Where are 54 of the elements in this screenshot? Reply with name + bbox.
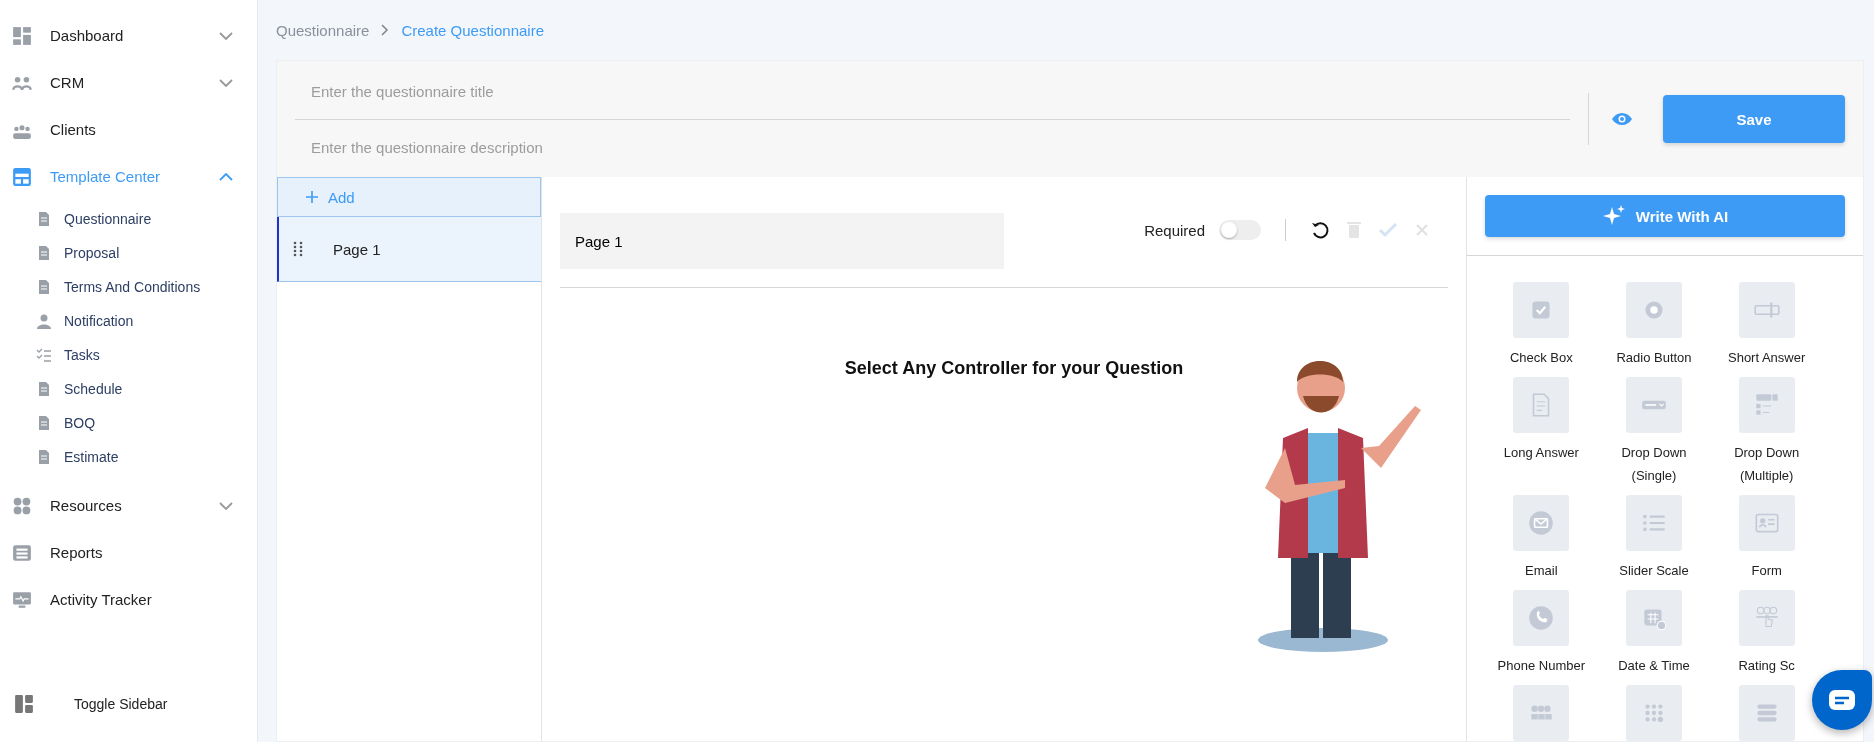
layout-icon bbox=[14, 694, 34, 714]
controller-tile[interactable]: Drop Down (Single) bbox=[1599, 377, 1709, 487]
document-icon bbox=[36, 245, 52, 261]
list-icon bbox=[12, 542, 32, 563]
controller-tile[interactable]: Drop Down (Multiple) bbox=[1711, 377, 1822, 487]
controller-tile[interactable]: Phone Number bbox=[1497, 590, 1586, 677]
toggle-sidebar-button[interactable]: Toggle Sidebar bbox=[0, 674, 257, 734]
page-item[interactable]: Page 1 bbox=[277, 217, 541, 282]
monitor-icon bbox=[12, 589, 32, 610]
grid-icon bbox=[12, 25, 32, 46]
sidebar-subitem[interactable]: Schedule bbox=[0, 372, 257, 406]
sidebar-item[interactable]: CRM bbox=[0, 59, 257, 106]
controller-tile[interactable]: Radio Button bbox=[1616, 282, 1692, 369]
controller-tile[interactable] bbox=[1738, 685, 1795, 741]
chevron-icon[interactable] bbox=[219, 172, 233, 181]
chat-icon bbox=[1829, 690, 1855, 710]
chevron-icon[interactable] bbox=[219, 501, 233, 510]
document-icon bbox=[36, 211, 52, 227]
document-icon bbox=[36, 381, 52, 397]
sidebar-subitem[interactable]: Questionnaire bbox=[0, 202, 257, 236]
controller-tile[interactable] bbox=[1513, 685, 1570, 741]
controller-tile[interactable] bbox=[1626, 685, 1682, 741]
plus-icon bbox=[306, 191, 318, 203]
page-name-input[interactable]: Page 1 bbox=[560, 213, 1004, 269]
person-icon bbox=[36, 313, 52, 329]
check-icon[interactable] bbox=[1378, 220, 1398, 240]
sidebar-subitem[interactable]: Notification bbox=[0, 304, 257, 338]
required-label: Required bbox=[1144, 221, 1205, 239]
undo-icon[interactable] bbox=[1310, 220, 1330, 240]
document-icon bbox=[36, 415, 52, 431]
chevron-right-icon bbox=[381, 24, 390, 36]
eye-icon[interactable] bbox=[1611, 112, 1633, 126]
chevron-icon[interactable] bbox=[219, 78, 233, 87]
sidebar-subitem[interactable]: Estimate bbox=[0, 440, 257, 474]
controller-tile[interactable]: Long Answer bbox=[1503, 377, 1579, 487]
sidebar-item[interactable]: Clients bbox=[0, 106, 257, 153]
chevron-icon[interactable] bbox=[219, 31, 233, 40]
sidebar-item[interactable]: Reports bbox=[0, 529, 257, 576]
prompt-heading: Select Any Controller for your Question bbox=[844, 358, 1184, 380]
sidebar-item[interactable]: Activity Tracker bbox=[0, 576, 257, 623]
drag-handle-icon[interactable] bbox=[293, 241, 303, 257]
sidebar-item[interactable]: Dashboard bbox=[0, 12, 257, 59]
layout-icon bbox=[12, 166, 32, 187]
required-toggle[interactable] bbox=[1219, 220, 1261, 240]
document-icon bbox=[36, 279, 52, 295]
sidebar-subitem[interactable]: Terms And Conditions bbox=[0, 270, 257, 304]
circles-icon bbox=[12, 495, 32, 516]
sidebar-subitem[interactable]: BOQ bbox=[0, 406, 257, 440]
sidebar-item[interactable]: Resources bbox=[0, 482, 257, 529]
sidebar-subitem[interactable]: Proposal bbox=[0, 236, 257, 270]
document-icon bbox=[36, 449, 52, 465]
sidebar-subitem[interactable]: Tasks bbox=[0, 338, 257, 372]
checklist-icon bbox=[36, 347, 52, 363]
controller-tile[interactable]: Short Answer bbox=[1728, 282, 1806, 369]
